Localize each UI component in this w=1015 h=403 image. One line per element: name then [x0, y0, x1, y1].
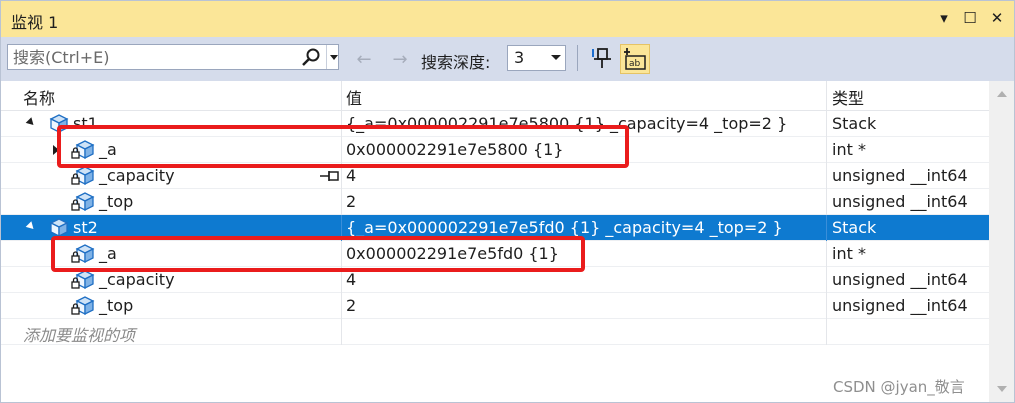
- column-header-value[interactable]: 值: [346, 85, 362, 109]
- add-watch-row[interactable]: 添加要监视的项: [1, 319, 989, 345]
- row-name: _top: [99, 296, 134, 315]
- window-menu-button[interactable]: ▾: [933, 7, 955, 29]
- add-watch-placeholder: 添加要监视的项: [23, 326, 136, 345]
- column-divider: [826, 189, 827, 215]
- row-name: _top: [99, 192, 134, 211]
- row-type: Stack: [832, 218, 877, 237]
- column-divider: [826, 137, 827, 163]
- scroll-up-icon[interactable]: [997, 91, 1007, 97]
- red-highlight-box: [51, 236, 585, 272]
- collapse-arrow-icon[interactable]: [25, 221, 37, 232]
- search-box: [7, 44, 339, 70]
- row-name: _capacity: [99, 166, 175, 185]
- column-header-type[interactable]: 类型: [832, 85, 864, 109]
- row-type: unsigned __int64: [832, 296, 968, 315]
- column-divider: [341, 319, 342, 345]
- toolbar-divider: [577, 45, 578, 71]
- watch-window: 监视 1 ▾ ☐ ✕ ← → 搜索: [0, 0, 1015, 403]
- close-button[interactable]: ✕: [986, 7, 1008, 29]
- row-type: int *: [832, 244, 866, 263]
- svg-text:ab: ab: [629, 59, 641, 69]
- pin-to-source-icon[interactable]: [319, 168, 341, 184]
- row-type: unsigned __int64: [832, 166, 968, 185]
- column-divider: [826, 215, 827, 241]
- row-value[interactable]: 4: [346, 270, 356, 289]
- pin-icon[interactable]: [589, 46, 613, 70]
- row-value[interactable]: 4: [346, 166, 356, 185]
- search-back-button[interactable]: ←: [353, 48, 375, 70]
- row-name: st2: [73, 218, 98, 237]
- vertical-scrollbar[interactable]: [989, 81, 1014, 402]
- search-forward-button[interactable]: →: [389, 48, 411, 70]
- private-field-icon: [71, 166, 95, 186]
- red-highlight-box: [57, 125, 629, 168]
- column-divider: [826, 163, 827, 189]
- column-divider: [341, 293, 342, 319]
- collapse-arrow-icon[interactable]: [25, 117, 37, 128]
- scroll-down-icon[interactable]: [997, 386, 1007, 392]
- search-depth-select[interactable]: 3: [507, 45, 566, 71]
- column-header-name[interactable]: 名称: [23, 85, 55, 109]
- row-name: _capacity: [99, 270, 175, 289]
- watch-row[interactable]: _top 2 unsigned __int64: [1, 189, 989, 215]
- search-depth-label: 搜索深度:: [421, 53, 491, 72]
- column-divider: [826, 319, 827, 345]
- row-type: unsigned __int64: [832, 270, 968, 289]
- close-icon: ✕: [990, 9, 1004, 27]
- forward-arrow-icon: →: [392, 48, 408, 70]
- chevron-down-icon: [551, 55, 561, 60]
- title-bar: 监视 1 ▾ ☐ ✕: [1, 1, 1014, 37]
- chevron-down-icon: ▾: [940, 9, 948, 27]
- search-input[interactable]: [8, 45, 299, 69]
- row-type: Stack: [832, 114, 877, 133]
- back-arrow-icon: ←: [356, 48, 372, 70]
- private-field-icon: [71, 270, 95, 290]
- private-field-icon: [71, 192, 95, 212]
- column-divider: [826, 241, 827, 267]
- maximize-button[interactable]: ☐: [959, 7, 981, 29]
- chevron-down-icon: [329, 54, 338, 60]
- hex-display-button[interactable]: ab: [620, 44, 650, 74]
- column-divider: [341, 189, 342, 215]
- maximize-icon: ☐: [963, 9, 977, 27]
- private-field-icon: [71, 296, 95, 316]
- watermark: CSDN @jyan_敬言: [833, 378, 965, 396]
- grid-header: 名称 值 类型: [1, 81, 989, 111]
- hex-display-icon: ab: [624, 48, 646, 70]
- row-type: int *: [832, 140, 866, 159]
- window-title: 监视 1: [11, 13, 59, 32]
- row-value[interactable]: 2: [346, 192, 356, 211]
- row-value[interactable]: {_a=0x000002291e7e5fd0 {1} _capacity=4 _…: [346, 218, 783, 237]
- watch-row[interactable]: _top 2 unsigned __int64: [1, 293, 989, 319]
- column-divider: [826, 293, 827, 319]
- search-depth-value: 3: [514, 48, 525, 67]
- column-resize-handle[interactable]: [826, 81, 827, 110]
- column-divider: [826, 267, 827, 293]
- column-resize-handle[interactable]: [341, 81, 342, 110]
- search-options-dropdown[interactable]: [326, 45, 340, 69]
- row-value[interactable]: 2: [346, 296, 356, 315]
- row-type: unsigned __int64: [832, 192, 968, 211]
- toolbar: ← → 搜索深度: 3 ab: [1, 37, 1014, 81]
- column-divider: [826, 111, 827, 137]
- search-icon[interactable]: [300, 47, 322, 69]
